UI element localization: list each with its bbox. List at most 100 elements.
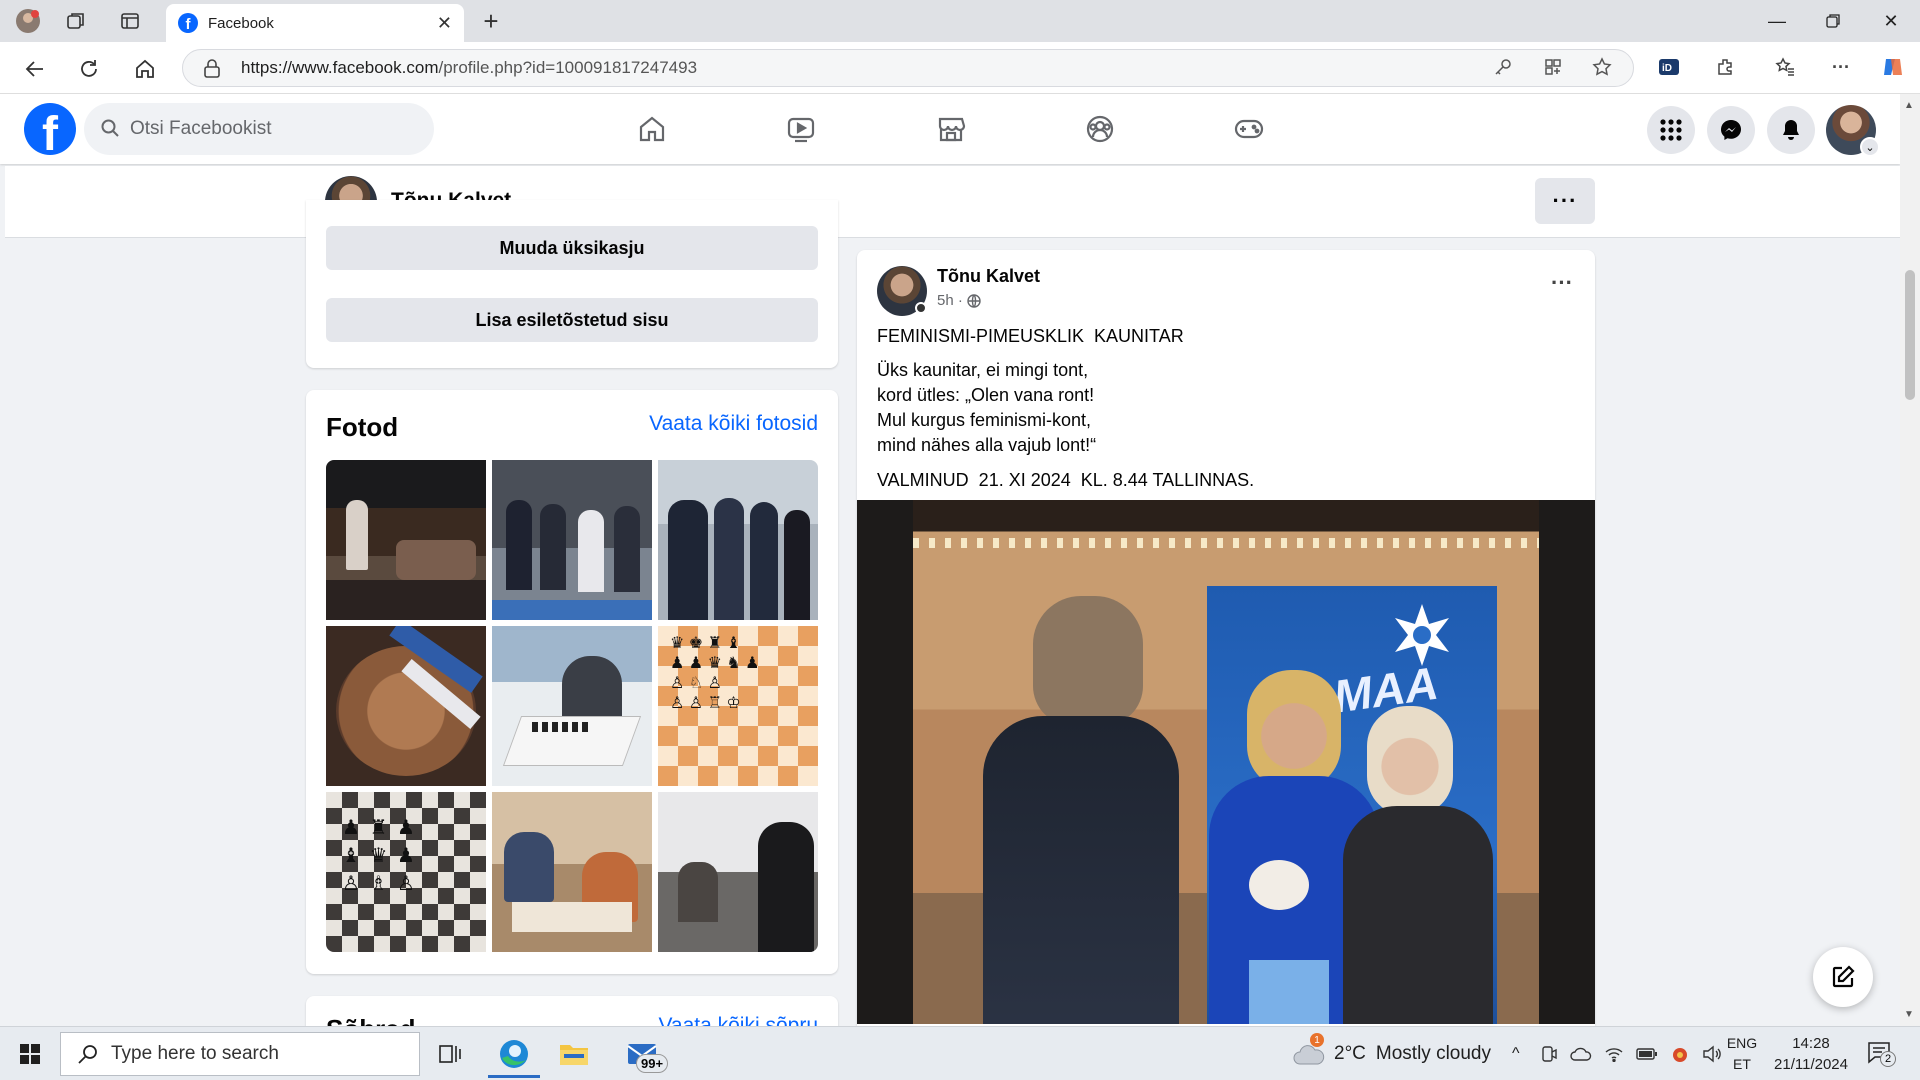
new-tab-icon[interactable]: +: [476, 6, 506, 36]
vertical-tabs-icon[interactable]: [108, 0, 152, 42]
scrollbar-thumb[interactable]: [1905, 270, 1915, 400]
close-tab-icon[interactable]: ✕: [437, 13, 452, 34]
address-bar[interactable]: https://www.facebook.com/profile.php?id=…: [182, 49, 1634, 87]
nav-marketplace[interactable]: [896, 104, 1006, 154]
app-available-icon[interactable]: [1538, 52, 1568, 82]
volume-icon[interactable]: [1702, 1045, 1722, 1063]
post-options-icon[interactable]: ···: [1551, 270, 1573, 296]
language-indicator[interactable]: ENG ET: [1722, 1033, 1762, 1075]
page-scrollbar[interactable]: ▲ ▼: [1900, 94, 1920, 1026]
clock-date: 21/11/2024: [1774, 1056, 1848, 1073]
password-key-icon[interactable]: [1488, 52, 1518, 82]
facebook-logo-letter: f: [42, 108, 58, 156]
post-line: Üks kaunitar, ei mingi tont,: [877, 360, 1089, 380]
notification-center[interactable]: 2: [1866, 1039, 1896, 1070]
restore-icon[interactable]: [1804, 0, 1862, 42]
intro-card: Muuda üksikasju Lisa esiletõstetud sisu: [306, 200, 838, 368]
tab-facebook[interactable]: f Facebook ✕: [166, 4, 464, 42]
taskbar-file-explorer[interactable]: [544, 1030, 604, 1078]
post-title: FEMINISMI-PIMEUSKLIK KAUNITAR: [877, 326, 1184, 346]
post-time-text: 5h ·: [937, 292, 963, 309]
scroll-down-icon[interactable]: ▼: [1904, 1009, 1914, 1020]
favorite-star-icon[interactable]: [1587, 52, 1617, 82]
task-view-button[interactable]: [420, 1030, 480, 1078]
app-tray-icon[interactable]: [1670, 1045, 1690, 1063]
facebook-logo-icon[interactable]: f: [24, 103, 76, 155]
notification-count: 2: [1880, 1051, 1896, 1067]
photo-thumbnail[interactable]: ♟ ♜ ♟ ♝ ♛ ♟ ♙ ♗ ♙: [326, 792, 486, 952]
taskbar-edge[interactable]: [484, 1030, 544, 1078]
wifi-icon[interactable]: [1604, 1046, 1624, 1062]
add-featured-button[interactable]: Lisa esiletõstetud sisu: [326, 298, 818, 342]
photo-thumbnail[interactable]: [326, 626, 486, 786]
url-path: /profile.php?id=100091817247493: [438, 58, 698, 77]
weather-alert-badge: 1: [1310, 1033, 1324, 1047]
photo-thumbnail[interactable]: [492, 460, 652, 620]
facebook-favicon-icon: f: [178, 13, 198, 33]
workspaces-icon[interactable]: [54, 0, 98, 42]
post-timestamp[interactable]: 5h ·: [937, 292, 981, 309]
post-photo[interactable]: ISAMAA: [857, 500, 1595, 1024]
profile-more-button[interactable]: ···: [1535, 178, 1595, 224]
show-hidden-icons[interactable]: ^: [1512, 1027, 1520, 1080]
scroll-up-icon[interactable]: ▲: [1904, 100, 1914, 111]
close-window-icon[interactable]: ✕: [1862, 0, 1920, 42]
post-line: kord ütles: „Olen vana ront!: [877, 385, 1095, 405]
photo-thumbnail[interactable]: ♛ ♚ ♜ ♝ ♟ ♟ ♛ ♞ ♟ ♙ ♘ ♙ ♙ ♙ ♖ ♔: [658, 626, 818, 786]
nav-gaming[interactable]: [1194, 104, 1304, 154]
bell-icon: [1783, 120, 1799, 140]
taskbar-search-input[interactable]: [111, 1043, 391, 1065]
account-avatar[interactable]: ⌄: [1826, 105, 1880, 157]
messenger-icon: [1721, 120, 1741, 140]
facebook-search[interactable]: [84, 103, 434, 155]
post-author-avatar[interactable]: [877, 266, 927, 316]
globe-icon: [967, 293, 981, 308]
tray-icons: [1540, 1027, 1722, 1080]
search-input[interactable]: [130, 118, 410, 140]
video-icon: [787, 117, 815, 143]
facebook-header: f ⌄: [0, 94, 1900, 164]
copilot-icon[interactable]: [1878, 52, 1908, 82]
minimize-icon[interactable]: —: [1748, 0, 1806, 42]
post-line: Mul kurgus feminismi-kont,: [877, 410, 1092, 430]
new-message-button[interactable]: [1813, 947, 1873, 1007]
photo-thumbnail[interactable]: [492, 792, 652, 952]
post-author-name[interactable]: Tõnu Kalvet: [937, 266, 1040, 287]
id-extension-icon[interactable]: iD: [1654, 52, 1684, 82]
back-icon[interactable]: [18, 52, 52, 86]
battery-icon[interactable]: [1636, 1047, 1658, 1061]
nav-groups[interactable]: [1045, 104, 1155, 154]
taskbar: 99+ 1 2°C Mostly cloudy ^ ENG ET 14:28 2…: [0, 1026, 1920, 1080]
photo-thumbnail[interactable]: [326, 460, 486, 620]
settings-more-icon[interactable]: ···: [1826, 52, 1856, 82]
nav-home[interactable]: [597, 104, 707, 154]
taskbar-mail[interactable]: 99+: [612, 1030, 672, 1078]
edge-icon: [500, 1040, 528, 1068]
extensions-icon[interactable]: [1710, 52, 1740, 82]
nav-video[interactable]: [746, 104, 856, 154]
home-icon: [639, 116, 665, 142]
clock[interactable]: 14:28 21/11/2024: [1766, 1033, 1856, 1075]
favorites-icon[interactable]: [1770, 52, 1800, 82]
weather-widget[interactable]: 1 2°C Mostly cloudy: [1292, 1027, 1491, 1080]
menu-button[interactable]: [1647, 106, 1695, 154]
photo-thumbnail[interactable]: [658, 460, 818, 620]
taskbar-search[interactable]: [60, 1032, 420, 1076]
more-dots-icon: ···: [1552, 188, 1578, 213]
onedrive-icon[interactable]: [1570, 1046, 1592, 1062]
notifications-button[interactable]: [1767, 106, 1815, 154]
edit-details-button[interactable]: Muuda üksikasju: [326, 226, 818, 270]
profile-avatar-icon[interactable]: [6, 0, 50, 42]
photo-thumbnail[interactable]: [658, 792, 818, 952]
home-browser-icon[interactable]: [128, 52, 162, 86]
clock-time: 14:28: [1792, 1035, 1830, 1052]
search-icon: [100, 118, 120, 144]
refresh-icon[interactable]: [72, 52, 106, 86]
start-button[interactable]: [0, 1030, 60, 1078]
see-all-photos-link[interactable]: Vaata kõiki fotosid: [649, 412, 818, 436]
browser-toolbar: https://www.facebook.com/profile.php?id=…: [0, 42, 1920, 94]
meet-now-icon[interactable]: [1540, 1045, 1558, 1063]
photo-thumbnail[interactable]: [492, 626, 652, 786]
messenger-button[interactable]: [1707, 106, 1755, 154]
lock-icon[interactable]: [203, 59, 221, 84]
